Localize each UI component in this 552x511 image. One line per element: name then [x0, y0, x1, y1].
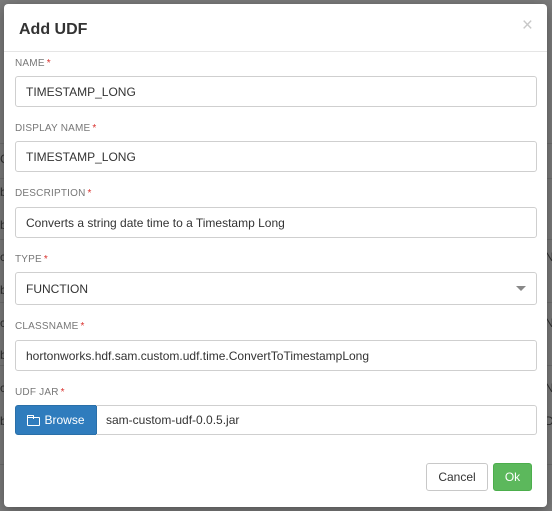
header-divider [4, 51, 547, 52]
required-marker: * [43, 254, 49, 265]
description-label: DESCRIPTION * [15, 188, 92, 199]
type-select-value: FUNCTION [26, 281, 88, 296]
classname-input[interactable]: hortonworks.hdf.sam.custom.udf.time.Conv… [15, 340, 537, 371]
close-icon[interactable]: × [522, 16, 533, 36]
required-marker: * [92, 123, 97, 134]
type-label-text: TYPE [15, 254, 42, 265]
required-marker: * [60, 387, 65, 398]
name-label-text: NAME [15, 58, 45, 69]
display-name-label-text: DISPLAY NAME [15, 123, 91, 134]
type-label: TYPE * [15, 254, 48, 265]
udf-jar-label-text: UDF JAR [15, 387, 59, 398]
ok-button[interactable]: Ok [493, 463, 532, 491]
required-marker: * [87, 188, 92, 199]
display-name-input[interactable]: TIMESTAMP_LONG [15, 141, 537, 172]
description-label-text: DESCRIPTION [15, 188, 86, 199]
udf-jar-file-field[interactable]: sam-custom-udf-0.0.5.jar [96, 405, 537, 435]
classname-label-text: CLASSNAME [15, 321, 79, 332]
chevron-down-icon [516, 286, 526, 291]
name-label: NAME * [15, 58, 51, 69]
required-marker: * [80, 321, 85, 332]
browse-button-label: Browse [44, 413, 85, 427]
udf-jar-label: UDF JAR * [15, 387, 65, 398]
browse-button[interactable]: Browse [15, 405, 97, 435]
folder-open-icon [27, 415, 41, 426]
cancel-button[interactable]: Cancel [426, 463, 488, 491]
description-input[interactable]: Converts a string date time to a Timesta… [15, 207, 537, 238]
classname-label: CLASSNAME * [15, 321, 85, 332]
required-marker: * [46, 58, 51, 69]
add-udf-dialog: Add UDF × NAME * TIMESTAMP_LONG DISPLAY N… [4, 4, 547, 507]
name-input[interactable]: TIMESTAMP_LONG [15, 76, 537, 107]
dialog-title: Add UDF [19, 21, 88, 38]
display-name-label: DISPLAY NAME * [15, 123, 96, 134]
type-select[interactable]: FUNCTION [15, 272, 537, 305]
